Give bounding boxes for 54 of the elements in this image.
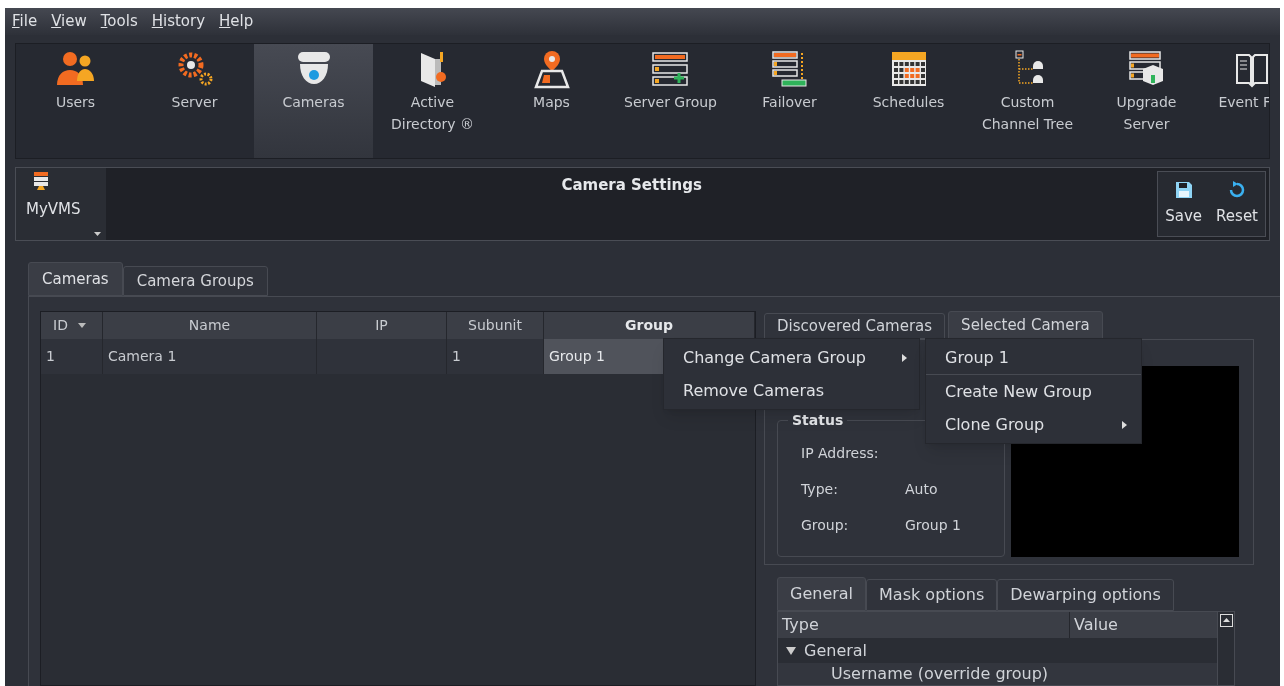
- toolbar-button[interactable]: Users: [16, 44, 135, 158]
- field-label: Group:: [801, 515, 850, 535]
- toolbar-action-button[interactable]: Reset: [1209, 171, 1265, 236]
- submenu-item[interactable]: Clone Group: [926, 408, 1141, 441]
- save-icon: [1174, 180, 1193, 199]
- tab[interactable]: Dewarping options: [997, 579, 1174, 611]
- toolbar-button[interactable]: Failover: [730, 44, 849, 158]
- sort-arrow-icon: [77, 323, 86, 328]
- context-menu-item[interactable]: Remove Cameras: [664, 374, 919, 407]
- reset-icon: [1228, 180, 1247, 199]
- page-title: Camera Settings: [561, 174, 702, 196]
- column-header[interactable]: Type: [778, 612, 1070, 638]
- field-label: IP Address:: [801, 443, 880, 463]
- field-label: Type:: [801, 479, 839, 499]
- submenu-item[interactable]: Group 1: [926, 341, 1141, 374]
- tab[interactable]: Selected Camera: [948, 311, 1103, 339]
- toolbar-button[interactable]: Server Group: [611, 44, 730, 158]
- column-header[interactable]: Value: [1070, 612, 1217, 638]
- toolbar-button[interactable]: Server: [135, 44, 254, 158]
- server-stack-icon: [650, 49, 691, 89]
- menu-item[interactable]: File: [12, 10, 38, 33]
- menu-item[interactable]: Tools: [100, 10, 138, 33]
- field-value: Auto: [905, 479, 938, 499]
- expanded-arrow-icon: [786, 646, 796, 655]
- tab[interactable]: Cameras: [28, 262, 123, 296]
- toolbar-button[interactable]: Schedules: [849, 44, 968, 158]
- toolbar-button[interactable]: Upgrade Server: [1087, 44, 1206, 158]
- toolbar-button[interactable]: Maps: [492, 44, 611, 158]
- tree-row[interactable]: Username (override group): [778, 663, 1217, 685]
- server-dropdown[interactable]: MyVMS: [16, 167, 106, 240]
- toolbar-button[interactable]: Active Directory ®: [373, 44, 492, 158]
- scrollbar[interactable]: [1217, 612, 1234, 685]
- map-pin-icon: [531, 49, 572, 89]
- submenu-item[interactable]: Create New Group: [926, 375, 1141, 408]
- toolbar-button[interactable]: Cameras: [254, 44, 373, 158]
- tab[interactable]: Discovered Cameras: [764, 313, 946, 339]
- toolbar-action-button[interactable]: Save: [1158, 171, 1210, 236]
- toolbar-button[interactable]: Custom Channel Tree: [968, 44, 1087, 158]
- tab[interactable]: Camera Groups: [122, 266, 268, 296]
- table-cell[interactable]: 1: [41, 339, 103, 374]
- submenu-arrow-icon: [1122, 420, 1127, 429]
- submenu-arrow-icon: [902, 353, 907, 362]
- tab[interactable]: General: [777, 577, 867, 611]
- menu-item[interactable]: View: [51, 10, 87, 33]
- tree-group-row[interactable]: General: [778, 638, 1217, 663]
- server-icon: [34, 171, 48, 190]
- scroll-up-icon: [1219, 614, 1233, 627]
- menu-item[interactable]: Help: [219, 10, 254, 33]
- menu-item[interactable]: History: [151, 10, 206, 33]
- field-value: Group 1: [905, 515, 961, 535]
- table-cell[interactable]: Camera 1: [103, 339, 317, 374]
- failover-list-icon: [769, 49, 810, 89]
- tab[interactable]: Mask options: [866, 579, 998, 611]
- dropdown-caret-icon: [94, 232, 101, 236]
